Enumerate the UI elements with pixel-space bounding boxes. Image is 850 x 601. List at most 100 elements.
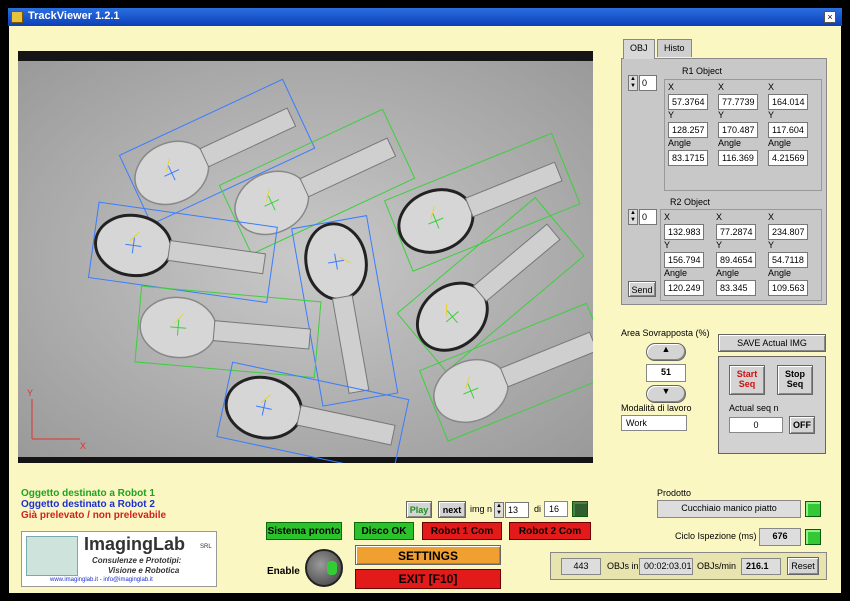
play-button[interactable]: Play: [406, 501, 432, 518]
logo-line1: Consulenze e Prototipi:: [92, 556, 182, 565]
r2-angle-2: 83.345: [716, 280, 756, 296]
stepper-arrows-icon[interactable]: ▲ ▼: [494, 502, 504, 518]
tab-histo[interactable]: Histo: [657, 39, 692, 57]
x-label: X: [718, 82, 725, 92]
next-button[interactable]: next: [438, 501, 466, 518]
r2-col-1: X 132.983 Y 156.794 Angle 120.249: [664, 212, 712, 296]
disco-ok-indicator: Disco OK: [354, 522, 414, 540]
close-icon[interactable]: ×: [824, 11, 836, 23]
stepper-arrows-icon[interactable]: ▲ ▼: [628, 75, 638, 91]
imaginglab-logo: ImagingLab SRL Consulenze e Prototipi: V…: [21, 531, 217, 587]
elapsed-time-field: 00:02:03.01: [639, 558, 693, 575]
r2-group: X 132.983 Y 156.794 Angle 120.249 X 77.2…: [660, 209, 822, 301]
r2-col-3: X 234.807 Y 54.7118 Angle 109.563: [768, 212, 816, 296]
r1-x-2: 77.7739: [718, 94, 758, 110]
angle-label: Angle: [768, 268, 792, 278]
stop-seq-button[interactable]: Stop Seq: [777, 365, 813, 395]
r1-x-1: 57.3764: [668, 94, 708, 110]
r1-group: X 57.3764 Y 128.257 Angle 83.1715 X 77.7…: [664, 79, 822, 191]
window-title: TrackViewer 1.2.1: [28, 10, 120, 22]
reset-button[interactable]: Reset: [787, 557, 819, 575]
enable-label: Enable: [267, 566, 300, 577]
angle-label: Angle: [716, 268, 740, 278]
total-images-field: 16: [544, 501, 568, 517]
app-window: TrackViewer 1.2.1 × Y X OBJ Histo ▲ ▼ 0 …: [8, 8, 842, 593]
r1-col-1: X 57.3764 Y 128.257 Angle 83.1715: [668, 82, 716, 166]
r2-index-value[interactable]: 0: [639, 209, 657, 225]
start-seq-button[interactable]: Start Seq: [729, 365, 765, 395]
robot1-com-indicator: Robot 1 Com: [422, 522, 502, 540]
enable-led-icon: [327, 561, 337, 575]
front-panel: Y X OBJ Histo ▲▼ 0 R1 Object X 57.3764: [9, 26, 841, 593]
mode-label: Modalità di lavoro: [621, 403, 692, 413]
r2-col-2: X 77.2874 Y 89.4654 Angle 83.345: [716, 212, 764, 296]
x-label: X: [768, 82, 775, 92]
angle-label: Angle: [768, 138, 792, 148]
sequence-group: Start Seq Stop Seq Actual seq n 0 OFF: [718, 356, 826, 454]
r1-x-3: 164.014: [768, 94, 808, 110]
img-n-stepper[interactable]: ▲ ▼ 13: [494, 502, 530, 518]
angle-label: Angle: [664, 268, 688, 278]
title-bar: TrackViewer 1.2.1 ×: [8, 8, 842, 26]
seq-off-toggle[interactable]: OFF: [789, 416, 815, 434]
settings-button[interactable]: SETTINGS: [355, 545, 501, 565]
logo-suffix: SRL: [200, 544, 212, 550]
tab-obj[interactable]: OBJ: [623, 39, 655, 59]
r1-col-3: X 164.014 Y 117.604 Angle 4.21569: [768, 82, 816, 166]
tab-control: OBJ Histo ▲ ▼ 0 R1 Object X 57.3764 Y 128…: [621, 39, 827, 305]
save-actual-img-button[interactable]: SAVE Actual IMG: [718, 334, 826, 352]
legend-robot2: Oggetto destinato a Robot 2: [21, 499, 155, 510]
objs-count-field: 443: [561, 558, 601, 575]
of-label: di: [534, 504, 542, 514]
robot2-com-indicator: Robot 2 Com: [509, 522, 591, 540]
img-n-value[interactable]: 13: [505, 502, 529, 518]
r2-x-1: 132.983: [664, 224, 704, 240]
r2-x-2: 77.2874: [716, 224, 756, 240]
overlap-decrement-button[interactable]: ▼: [646, 385, 686, 403]
r2-index-stepper[interactable]: ▲ ▼ 0: [628, 209, 658, 225]
camera-image-viewer[interactable]: Y X: [18, 51, 593, 463]
exit-button[interactable]: EXIT [F10]: [355, 569, 501, 589]
camera-image: Y X: [18, 61, 593, 463]
logo-emblem-icon: [26, 536, 78, 576]
tab-obj-content: ▲ ▼ 0 R1 Object X 57.3764 Y 128.257 Angle…: [621, 58, 827, 305]
x-label: X: [768, 212, 775, 222]
cycle-led: [805, 529, 821, 545]
send-button[interactable]: Send: [628, 281, 656, 297]
r1-col-2: X 77.7739 Y 170.487 Angle 116.369: [718, 82, 766, 166]
enable-toggle[interactable]: [305, 549, 343, 587]
r1-y-2: 170.487: [718, 122, 758, 138]
y-label: Y: [664, 240, 671, 250]
r1-index-stepper[interactable]: ▲ ▼ 0: [628, 75, 658, 91]
r1-angle-2: 116.369: [718, 150, 758, 166]
y-label: Y: [768, 110, 775, 120]
objs-per-min-field: 216.1: [741, 558, 781, 575]
angle-label: Angle: [718, 138, 742, 148]
actual-seq-field: 0: [729, 417, 783, 433]
product-field: Cucchiaio manico piatto: [657, 500, 801, 518]
r1-title: R1 Object: [682, 66, 723, 76]
mode-field[interactable]: Work: [621, 415, 687, 431]
sistema-pronto-indicator: Sistema pronto: [266, 522, 342, 540]
r1-index-value[interactable]: 0: [639, 75, 657, 91]
cycle-label: Ciclo Ispezione (ms): [675, 531, 757, 541]
logo-footer: www.imaginglab.it - info@imaginglab.it: [50, 577, 153, 583]
overlap-label: Area Sovrapposta (%): [621, 328, 710, 338]
app-icon: [11, 11, 23, 23]
axis-x-label: X: [80, 441, 86, 451]
product-led: [805, 501, 821, 517]
r2-title: R2 Object: [670, 197, 711, 207]
r1-y-3: 117.604: [768, 122, 808, 138]
objs-per-min-label: OBJs/min: [697, 561, 737, 571]
cycle-value: 676: [759, 528, 801, 546]
y-label: Y: [718, 110, 725, 120]
overlap-value[interactable]: 51: [646, 364, 686, 382]
legend-taken: Già prelevato / non prelevabile: [21, 510, 167, 521]
r2-y-2: 89.4654: [716, 252, 756, 268]
r2-angle-3: 109.563: [768, 280, 808, 296]
y-label: Y: [716, 240, 723, 250]
x-label: X: [668, 82, 675, 92]
actual-seq-label: Actual seq n: [729, 403, 779, 413]
overlap-increment-button[interactable]: ▲: [646, 343, 686, 361]
stepper-arrows-icon[interactable]: ▲ ▼: [628, 209, 638, 225]
